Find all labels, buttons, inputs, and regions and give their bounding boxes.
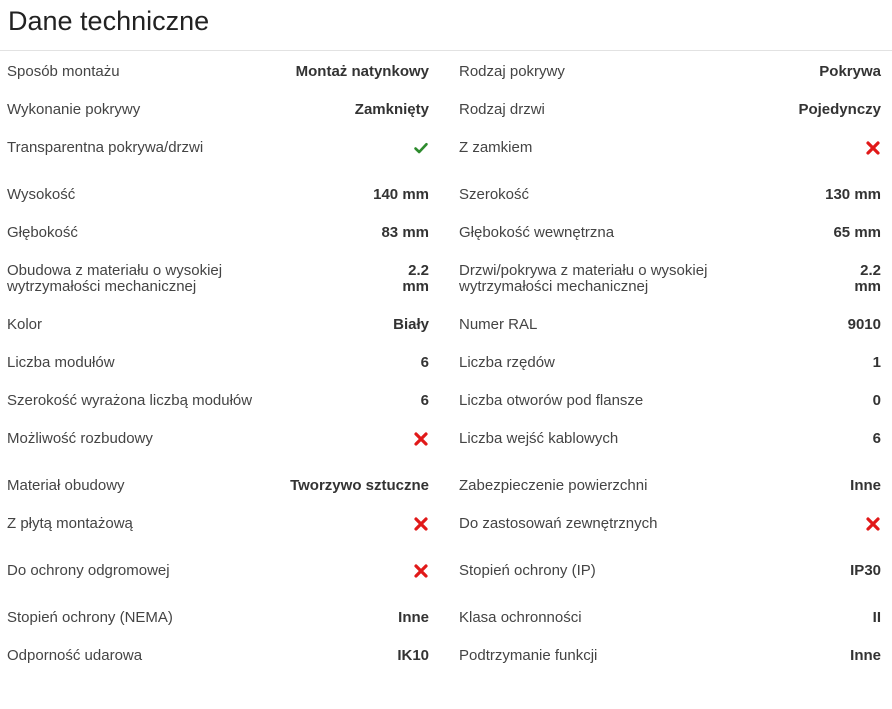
spec-value: IP30	[850, 562, 881, 579]
spec-value: 6	[420, 354, 429, 371]
spec-value: 6	[420, 392, 429, 409]
spec-value: 2.2 mm	[854, 262, 881, 295]
spec-value: 2.2 mm	[402, 262, 429, 295]
spec-label: Obudowa z materiału o wysokiej wytrzymał…	[7, 262, 223, 295]
spec-value: 0	[872, 392, 881, 409]
cross-icon	[413, 563, 429, 579]
page-title: Dane techniczne	[8, 6, 210, 36]
spec-value: 83 mm	[381, 224, 429, 241]
spec-value: Montaż natynkowy	[295, 63, 429, 80]
header-divider	[0, 50, 892, 51]
spec-label: Głębokość	[7, 224, 78, 241]
spec-value: Pojedynczy	[798, 101, 881, 118]
spec-value: 1	[872, 354, 881, 371]
spec-value: Zamknięty	[354, 101, 429, 118]
cross-icon	[413, 431, 429, 447]
cross-icon	[865, 516, 881, 532]
spec-label: Wysokość	[7, 186, 76, 203]
cross-icon	[865, 140, 881, 156]
spec-value: Inne	[850, 477, 881, 494]
cross-icon	[413, 516, 429, 532]
spec-label: Rodzaj drzwi	[459, 101, 545, 118]
spec-value: Tworzywo sztuczne	[290, 477, 429, 494]
check-icon	[413, 140, 429, 156]
spec-label: Wykonanie pokrywy	[7, 101, 141, 118]
spec-label: Do zastosowań zewnętrznych	[459, 515, 658, 532]
spec-label: Klasa ochronności	[459, 609, 582, 626]
spec-label: Liczba modułów	[7, 354, 115, 371]
spec-value: 130 mm	[825, 186, 881, 203]
spec-label: Drzwi/pokrywa z materiału o wysokiej wyt…	[459, 262, 708, 295]
spec-value: II	[872, 609, 881, 626]
spec-label: Z płytą montażową	[7, 515, 133, 532]
spec-value: Biały	[393, 316, 429, 333]
spec-label: Podtrzymanie funkcji	[459, 647, 598, 664]
spec-label: Liczba rzędów	[459, 354, 555, 371]
spec-value: Inne	[398, 609, 429, 626]
spec-label: Numer RAL	[459, 316, 538, 333]
spec-value: 65 mm	[833, 224, 881, 241]
spec-label: Kolor	[7, 316, 43, 333]
spec-label: Zabezpieczenie powierzchni	[459, 477, 648, 494]
spec-label: Rodzaj pokrywy	[459, 63, 565, 80]
spec-label: Sposób montażu	[7, 63, 120, 80]
spec-label: Szerokość wyrażona liczbą modułów	[7, 392, 253, 409]
spec-value: Inne	[850, 647, 881, 664]
spec-label: Stopień ochrony (NEMA)	[7, 609, 173, 626]
spec-label: Szerokość	[459, 186, 530, 203]
spec-label: Możliwość rozbudowy	[7, 430, 153, 447]
spec-label: Stopień ochrony (IP)	[459, 562, 596, 579]
spec-label: Transparentna pokrywa/drzwi	[7, 139, 204, 156]
spec-value: IK10	[397, 647, 429, 664]
spec-label: Liczba wejść kablowych	[459, 430, 619, 447]
spec-value: 140 mm	[373, 186, 429, 203]
spec-value: 6	[872, 430, 881, 447]
spec-label: Materiał obudowy	[7, 477, 125, 494]
spec-label: Do ochrony odgromowej	[7, 562, 170, 579]
spec-label: Odporność udarowa	[7, 647, 143, 664]
spec-label: Głębokość wewnętrzna	[459, 224, 615, 241]
spec-label: Liczba otworów pod flansze	[459, 392, 644, 409]
spec-value: Pokrywa	[819, 63, 881, 80]
spec-label: Z zamkiem	[459, 139, 533, 156]
spec-value: 9010	[847, 316, 881, 333]
